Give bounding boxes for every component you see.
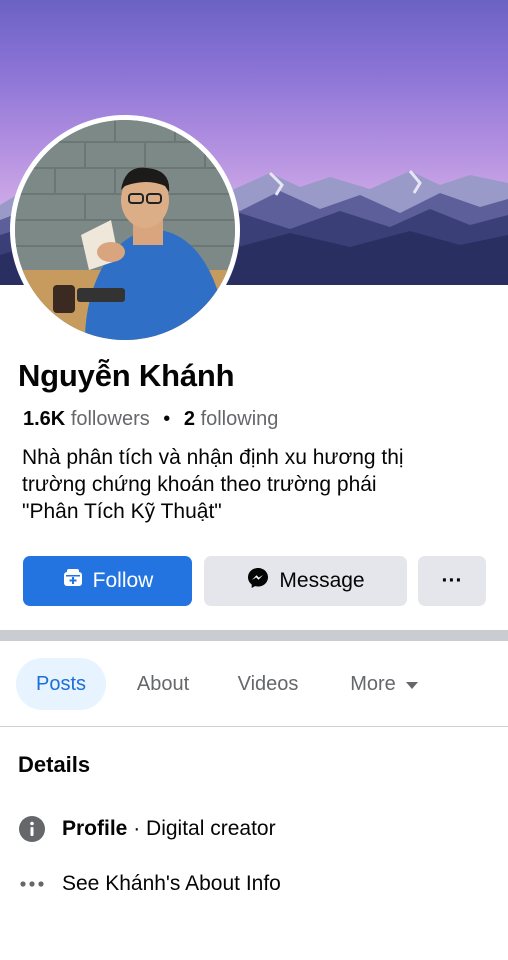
see-about-label: See Khánh's About Info [62, 872, 281, 895]
details-heading: Details [18, 752, 91, 777]
bio-line: Nhà phân tích và nhận định xu hương thị [22, 446, 404, 469]
tabs-divider [0, 726, 508, 727]
following-label[interactable]: following [201, 408, 279, 430]
detail-profile-label: Profile [62, 817, 128, 840]
tab-label: Posts [35, 672, 87, 695]
followers-count[interactable]: 1.6K [23, 408, 65, 430]
follow-label: Follow [92, 569, 154, 592]
detail-profile-row: Profile · Digital creator [18, 815, 276, 843]
avatar-photo [15, 120, 235, 340]
detail-separator: · [127, 817, 147, 840]
section-divider [0, 630, 508, 641]
ellipsis-icon [18, 870, 46, 898]
see-about-row[interactable]: See Khánh's About Info [18, 870, 281, 898]
tab-posts[interactable]: Posts [16, 658, 106, 710]
follow-stats: 1.6K followers • 2 following [23, 408, 278, 431]
tab-more[interactable]: More [334, 658, 434, 710]
profile-bio: Nhà phân tích và nhận định xu hương thị … [22, 444, 482, 525]
tab-label: More [350, 672, 396, 695]
more-dots-icon: ··· [441, 569, 463, 592]
follow-button[interactable]: Follow [23, 556, 192, 606]
message-button[interactable]: Message [204, 556, 407, 606]
message-label: Message [279, 569, 365, 592]
messenger-icon [246, 566, 270, 596]
tab-label: About [136, 672, 190, 695]
bio-line: trường chứng khoán theo trường phái [22, 473, 377, 496]
detail-profile-value: Digital creator [146, 817, 276, 840]
more-options-button[interactable]: ··· [418, 556, 486, 606]
caret-down-icon [405, 673, 418, 696]
followers-label[interactable]: followers [71, 408, 150, 430]
profile-name: Nguyễn Khánh [18, 358, 235, 393]
tab-label: Videos [237, 672, 299, 695]
follow-icon [62, 567, 84, 595]
stats-separator: • [163, 408, 171, 430]
bio-line: "Phân Tích Kỹ Thuật" [22, 500, 222, 523]
info-icon [18, 815, 46, 843]
tab-videos[interactable]: Videos [222, 658, 314, 710]
tab-about[interactable]: About [120, 658, 206, 710]
following-count[interactable]: 2 [184, 408, 195, 430]
profile-picture[interactable] [10, 115, 240, 345]
profile-tabs: Posts About Videos More [0, 658, 508, 710]
